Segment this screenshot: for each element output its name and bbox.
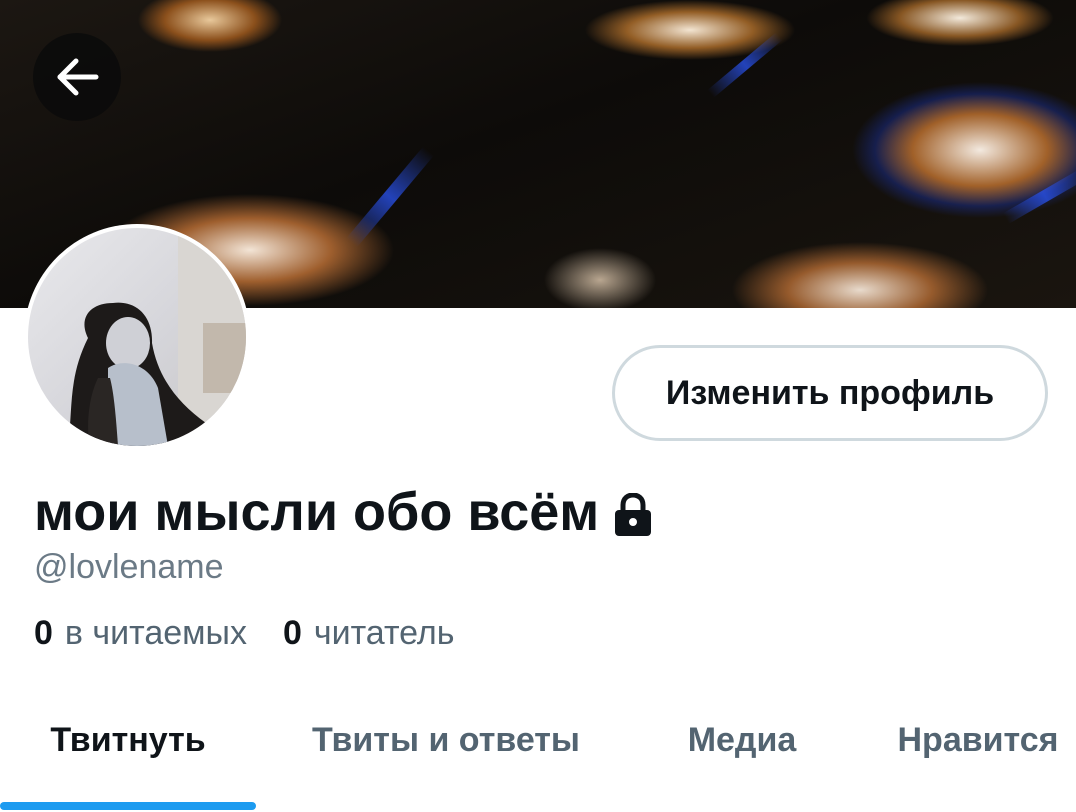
back-button[interactable] (33, 33, 121, 121)
tab-tweets[interactable]: Твитнуть (0, 690, 256, 790)
tab-media[interactable]: Медиа (660, 690, 824, 790)
profile-name-row: мои мысли обо всём (34, 480, 653, 544)
profile-handle: @lovlename (34, 548, 224, 586)
avatar-image (28, 228, 246, 446)
avatar[interactable] (24, 224, 250, 450)
banner-light-streak (346, 146, 434, 248)
edit-profile-button[interactable]: Изменить профиль (612, 345, 1048, 441)
banner-light-streak (707, 32, 783, 98)
profile-tabs: Твитнуть Твиты и ответы Медиа Нравится (0, 690, 1076, 812)
lock-icon (615, 493, 652, 536)
tab-likes[interactable]: Нравится (880, 690, 1076, 790)
banner-light-streak (1003, 168, 1076, 224)
followers-label: читатель (313, 614, 455, 652)
follow-stats: 0 в читаемых 0 читатель (34, 614, 490, 653)
following-count: 0 (34, 614, 53, 652)
active-tab-indicator (0, 802, 256, 810)
arrow-left-icon (57, 58, 99, 96)
followers-stat[interactable]: 0 читатель (283, 614, 455, 653)
tab-tweets-and-replies[interactable]: Твиты и ответы (280, 690, 612, 790)
display-name: мои мысли обо всём (34, 482, 600, 542)
following-label: в читаемых (64, 614, 247, 652)
followers-count: 0 (282, 614, 302, 652)
following-stat[interactable]: 0 в читаемых (34, 614, 247, 653)
